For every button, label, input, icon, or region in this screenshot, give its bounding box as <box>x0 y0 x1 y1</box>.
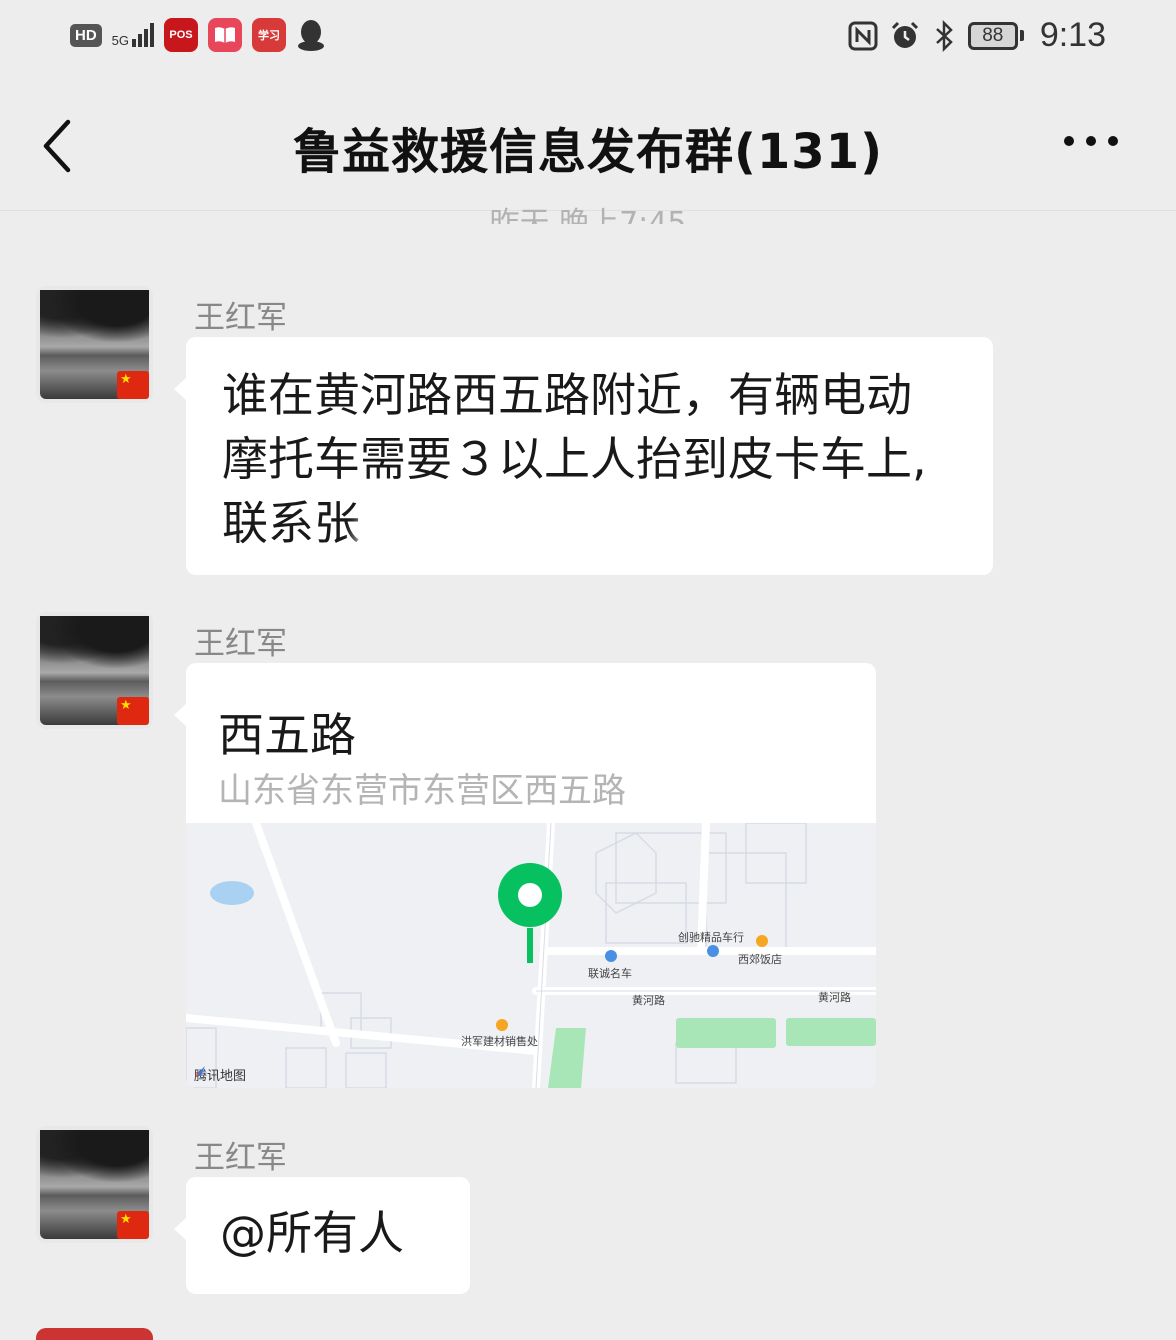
map-label: 黄河路 <box>632 994 665 1007</box>
location-card[interactable]: 西五路 山东省东营市东营区西五路 创驰精品车行 西郊饭店 联诚名车 黄河路 黄河… <box>174 663 876 1088</box>
tencent-map-icon <box>195 1066 205 1076</box>
hd-indicator: HD <box>70 23 102 47</box>
battery-indicator: 88 <box>967 21 1024 50</box>
chat-message: 王红军 谁在黄河路西五路附近，有辆电动 摩托车需要３以上人抬到皮卡车上, 联系张 <box>0 286 1176 586</box>
avatar[interactable] <box>36 1126 153 1243</box>
signal-indicator: 5G <box>111 23 155 48</box>
location-name: 西五路 <box>218 708 356 762</box>
location-address: 山东省东营市东营区西五路 <box>218 771 626 811</box>
map-label: 创驰精品车行 <box>678 931 744 944</box>
message-timestamp: 昨天 晚上7:45 <box>489 206 687 224</box>
sender-name: 王红军 <box>194 1140 287 1176</box>
chat-title: 鲁益救援信息发布群(131) <box>292 124 884 180</box>
reader-icon <box>208 18 243 52</box>
qq-penguin-icon <box>298 20 325 51</box>
xuexi-icon: 学习 <box>252 18 287 52</box>
message-bubble[interactable]: 谁在黄河路西五路附近，有辆电动 摩托车需要３以上人抬到皮卡车上, 联系张 <box>174 337 993 575</box>
signal-bars-icon <box>132 23 155 47</box>
bluetooth-icon <box>935 19 953 52</box>
chat-message: 王红军 西五路 山东省东营市东营区西五路 <box>0 612 1176 1092</box>
flag-icon <box>117 697 149 725</box>
message-line: 摩托车需要３以上人抬到皮卡车上, <box>222 432 927 486</box>
map-preview[interactable]: 创驰精品车行 西郊饭店 联诚名车 黄河路 黄河路 洪军建材销售处 腾讯地图 <box>186 823 876 1088</box>
sender-name: 王红军 <box>194 626 287 662</box>
chat-message: 王红军 @所有人 <box>0 1126 1176 1316</box>
map-label: 洪军建材销售处 <box>461 1035 538 1048</box>
clock: 9:13 <box>1039 16 1106 54</box>
avatar[interactable] <box>36 286 153 403</box>
status-bar: HD 5G POS 学习 88 9:13 <box>0 0 1176 80</box>
redacted-contact <box>356 507 796 563</box>
more-options-icon[interactable] <box>1064 136 1118 146</box>
sender-name: 王红军 <box>194 300 287 336</box>
message-bubble[interactable]: @所有人 <box>174 1177 470 1294</box>
avatar[interactable] <box>36 612 153 729</box>
pos-icon: POS <box>164 18 199 52</box>
flag-icon <box>117 1211 149 1239</box>
avatar[interactable] <box>36 1328 153 1340</box>
flag-icon <box>117 371 149 399</box>
battery-level: 88 <box>967 21 1018 50</box>
alarm-icon <box>891 21 918 48</box>
map-label: 西郊饭店 <box>738 953 782 966</box>
map-label: 黄河路 <box>818 991 851 1004</box>
message-line: @所有人 <box>220 1206 404 1260</box>
nfc-icon <box>848 21 878 50</box>
map-label: 联诚名车 <box>588 967 632 980</box>
network-type-label: 5G <box>111 33 130 48</box>
map-provider-logo: 腾讯地图 <box>194 1065 246 1084</box>
message-line: 谁在黄河路西五路附近，有辆电动 <box>222 368 912 422</box>
